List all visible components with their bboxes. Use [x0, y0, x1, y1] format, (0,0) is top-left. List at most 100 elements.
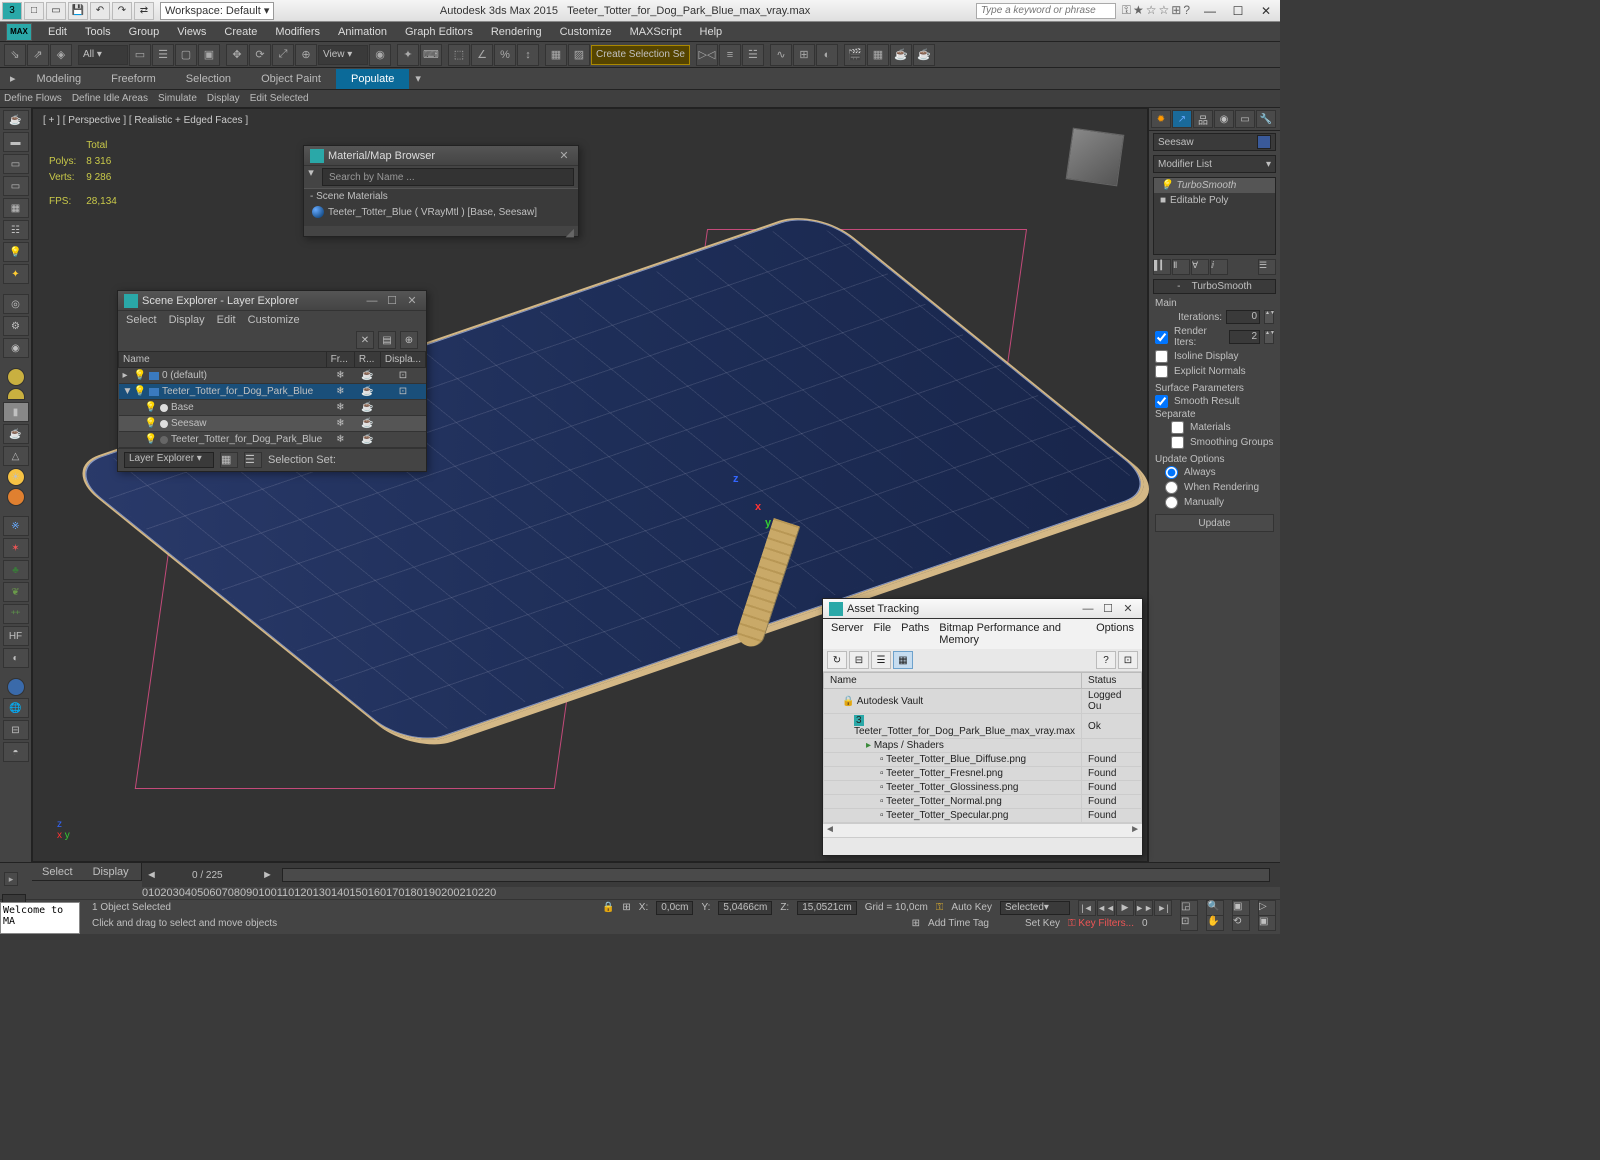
- menu-display[interactable]: Display: [169, 314, 205, 326]
- menu-rendering[interactable]: Rendering: [483, 24, 550, 40]
- col-status[interactable]: Status: [1082, 673, 1142, 689]
- exchange-icon[interactable]: ⊞: [1171, 3, 1181, 18]
- schematic-icon[interactable]: ⊞: [793, 44, 815, 66]
- object-row[interactable]: 💡Base❄☕: [119, 400, 426, 416]
- panel-icon[interactable]: ▭: [3, 176, 29, 196]
- selection-filter[interactable]: All ▾: [78, 45, 128, 65]
- x-coord[interactable]: 0,0cm: [656, 901, 693, 915]
- render-icon[interactable]: ☕: [890, 44, 912, 66]
- spinner-arrows[interactable]: ▲▼: [1264, 330, 1274, 344]
- viewcube[interactable]: [1066, 128, 1125, 187]
- render-iters-spinner[interactable]: 2: [1229, 330, 1260, 344]
- layers-icon[interactable]: ☱: [742, 44, 764, 66]
- star-icon[interactable]: ☆: [1146, 3, 1157, 18]
- scale-icon[interactable]: ⤢: [272, 44, 294, 66]
- modify-tab-icon[interactable]: ↗: [1172, 110, 1192, 128]
- grid-icon[interactable]: ▦: [3, 198, 29, 218]
- cone-icon[interactable]: △: [3, 446, 29, 466]
- menu-help[interactable]: Help: [692, 24, 731, 40]
- move-icon[interactable]: ✥: [226, 44, 248, 66]
- key-icon[interactable]: ⚿: [1122, 3, 1131, 18]
- sun-icon[interactable]: ☀: [7, 468, 25, 486]
- simulate[interactable]: Simulate: [158, 93, 197, 104]
- close-icon[interactable]: ✕: [404, 294, 420, 308]
- minimize-button[interactable]: —: [1196, 2, 1224, 20]
- workspace-dropdown[interactable]: Workspace: Default ▾: [160, 2, 274, 20]
- define-flows[interactable]: Define Flows: [4, 93, 62, 104]
- tab-selection[interactable]: Selection: [171, 69, 246, 89]
- trackbar-select[interactable]: Select: [32, 864, 83, 880]
- list-icon[interactable]: ☰: [871, 651, 891, 669]
- setkey-button[interactable]: Set Key: [1025, 918, 1060, 929]
- display-tab-icon[interactable]: ▭: [1235, 110, 1255, 128]
- undo-icon[interactable]: ↶: [90, 2, 110, 20]
- tab-modeling[interactable]: Modeling: [22, 69, 97, 89]
- object-name-field[interactable]: Seesaw: [1153, 133, 1276, 151]
- teapot2-icon[interactable]: ☕: [3, 424, 29, 444]
- cylinder-icon[interactable]: ▮: [3, 402, 29, 422]
- update-always-radio[interactable]: [1165, 466, 1178, 479]
- placement-icon[interactable]: ⊕: [295, 44, 317, 66]
- teapot-icon[interactable]: ☕: [3, 110, 29, 130]
- goto-start-icon[interactable]: |◄: [1078, 900, 1096, 916]
- display[interactable]: Display: [207, 93, 240, 104]
- menu-animation[interactable]: Animation: [330, 24, 395, 40]
- menu-create[interactable]: Create: [216, 24, 265, 40]
- menu-edit[interactable]: Edit: [217, 314, 236, 326]
- spinner-arrows[interactable]: ▲▼: [1264, 310, 1274, 324]
- open-icon[interactable]: ▭: [46, 2, 66, 20]
- configure-icon[interactable]: ☰: [1258, 259, 1276, 275]
- col-name[interactable]: Name: [119, 352, 327, 368]
- time-tag-icon[interactable]: ⊞: [912, 918, 920, 929]
- box-icon[interactable]: ▬: [3, 132, 29, 152]
- edit-selected[interactable]: Edit Selected: [250, 93, 309, 104]
- panel3-icon[interactable]: ⊟: [3, 720, 29, 740]
- settings-icon[interactable]: ⊡: [1118, 651, 1138, 669]
- menu-edit[interactable]: Edit: [40, 24, 75, 40]
- new-icon[interactable]: □: [24, 2, 44, 20]
- help-icon[interactable]: ?: [1183, 3, 1190, 18]
- play-icon[interactable]: ▶: [1116, 900, 1134, 916]
- layer-icon[interactable]: ▦: [220, 452, 238, 468]
- object-row[interactable]: 💡Seesaw❄☕: [119, 416, 426, 432]
- unlink-icon[interactable]: ⇗: [27, 44, 49, 66]
- star-icon[interactable]: ☆: [1158, 3, 1169, 18]
- render-prod-icon[interactable]: ☕: [913, 44, 935, 66]
- asset-row[interactable]: 🔒 Autodesk VaultLogged Ou: [824, 689, 1142, 714]
- update-rendering-radio[interactable]: [1165, 481, 1178, 494]
- object-row[interactable]: 💡Teeter_Totter_for_Dog_Park_Blue❄☕: [119, 432, 426, 448]
- asset-row[interactable]: 3 Teeter_Totter_for_Dog_Park_Blue_max_vr…: [824, 714, 1142, 739]
- col-name[interactable]: Name: [824, 673, 1082, 689]
- resize-grip[interactable]: ◢: [304, 226, 578, 236]
- modifier-list-dropdown[interactable]: Modifier List▾: [1153, 155, 1276, 173]
- hf-icon[interactable]: HF: [3, 626, 29, 646]
- menu-maxscript[interactable]: MAXScript: [622, 24, 690, 40]
- motion-tab-icon[interactable]: ◉: [1214, 110, 1234, 128]
- render-iters-check[interactable]: [1155, 331, 1168, 344]
- fov-icon[interactable]: ▷: [1258, 900, 1276, 916]
- close-button[interactable]: ✕: [1252, 2, 1280, 20]
- key-icon[interactable]: ⚿: [936, 902, 944, 913]
- isolate-icon[interactable]: ◲: [1180, 900, 1198, 916]
- ref-coord-dropdown[interactable]: View ▾: [318, 45, 368, 65]
- hierarchy-tab-icon[interactable]: 品: [1193, 110, 1213, 128]
- modifier-editable-poly[interactable]: ■ Editable Poly: [1154, 193, 1275, 208]
- h-scrollbar[interactable]: [823, 823, 1142, 837]
- menu-customize[interactable]: Customize: [248, 314, 300, 326]
- menu-modifiers[interactable]: Modifiers: [267, 24, 328, 40]
- menu-bitmap[interactable]: Bitmap Performance and Memory: [939, 622, 1086, 646]
- menu-server[interactable]: Server: [831, 622, 863, 646]
- col-render[interactable]: R...: [354, 352, 380, 368]
- table-icon[interactable]: ▦: [893, 651, 913, 669]
- menu-group[interactable]: Group: [121, 24, 168, 40]
- create-tab-icon[interactable]: ✹: [1151, 110, 1171, 128]
- viewport-label[interactable]: [ + ] [ Perspective ] [ Realistic + Edge…: [43, 115, 248, 126]
- shape-icon[interactable]: ◐: [3, 648, 29, 668]
- zoom-icon[interactable]: 🔍: [1206, 900, 1224, 916]
- modifier-stack[interactable]: 💡 TurboSmooth ■ Editable Poly: [1153, 177, 1276, 255]
- z-coord[interactable]: 15,0521cm: [797, 901, 856, 915]
- render-frame-icon[interactable]: ▦: [867, 44, 889, 66]
- menu-paths[interactable]: Paths: [901, 622, 929, 646]
- tree-icon[interactable]: ⊟: [849, 651, 869, 669]
- manip-icon[interactable]: ✦: [397, 44, 419, 66]
